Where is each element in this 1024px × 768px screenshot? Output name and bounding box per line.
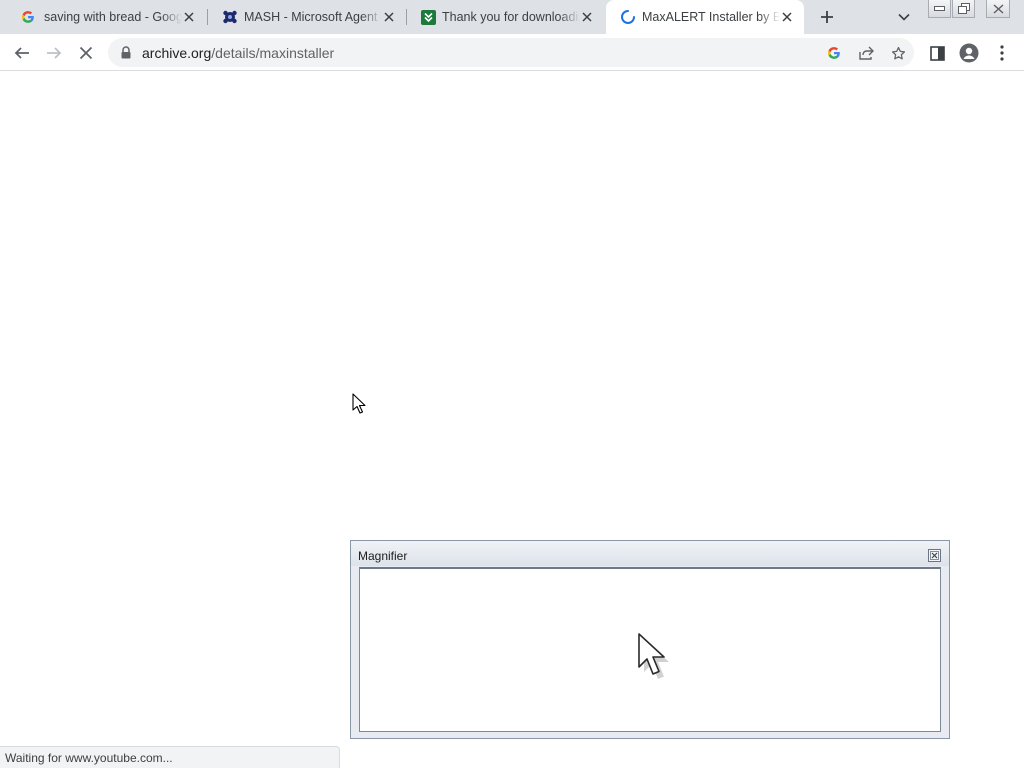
browser-toolbar: archive.org/details/maxinstaller <box>0 34 1024 71</box>
tab-google-search[interactable]: saving with bread - Google Search <box>6 0 206 34</box>
tab-search-chevron-icon[interactable] <box>894 7 914 27</box>
url-domain: archive.org <box>142 45 212 61</box>
bookmark-star-icon[interactable] <box>889 44 907 62</box>
tab-mash[interactable]: MASH - Microsoft Agent Scripting Helper <box>208 0 406 34</box>
new-tab-button[interactable] <box>814 5 840 29</box>
status-bubble: Waiting for www.youtube.com... <box>0 746 340 768</box>
tab-strip: saving with bread - Google Search MASH -… <box>0 0 1024 34</box>
address-bar[interactable]: archive.org/details/maxinstaller <box>108 38 914 67</box>
more-menu-icon[interactable] <box>991 42 1013 64</box>
mouse-cursor-icon <box>352 393 368 415</box>
download-site-icon <box>420 9 436 25</box>
close-window-button[interactable] <box>986 0 1010 18</box>
side-panel-icon[interactable] <box>926 42 948 64</box>
forward-arrow-icon[interactable] <box>43 42 65 64</box>
mash-icon <box>222 9 238 25</box>
status-text: Waiting for www.youtube.com... <box>5 751 173 765</box>
lock-icon[interactable] <box>120 46 132 59</box>
minimize-window-button[interactable] <box>928 0 951 18</box>
tab-title: MASH - Microsoft Agent Scripting Helper <box>244 10 382 24</box>
back-arrow-icon[interactable] <box>11 42 33 64</box>
tab-title: saving with bread - Google Search <box>44 10 182 24</box>
tab-title: MaxALERT Installer by BonziBUDDY <box>642 10 780 24</box>
share-icon[interactable] <box>857 44 875 62</box>
url-path: /details/maxinstaller <box>211 45 335 61</box>
profile-avatar-icon[interactable] <box>958 42 980 64</box>
magnified-cursor-icon <box>636 631 670 679</box>
google-lens-icon[interactable] <box>825 44 843 62</box>
tab-maxalert-installer[interactable]: MaxALERT Installer by BonziBUDDY <box>606 0 804 34</box>
magnifier-close-icon[interactable] <box>928 549 941 562</box>
tab-close-icon[interactable] <box>580 10 594 24</box>
tab-close-icon[interactable] <box>382 10 396 24</box>
magnifier-view <box>359 567 941 732</box>
magnifier-window[interactable]: Magnifier <box>350 540 950 739</box>
loading-spinner-icon <box>620 9 636 25</box>
restore-window-button[interactable] <box>952 0 975 18</box>
magnifier-titlebar[interactable]: Magnifier <box>351 541 949 566</box>
tab-thank-you-download[interactable]: Thank you for downloading <box>406 0 604 34</box>
google-g-icon <box>20 9 36 25</box>
url-text: archive.org/details/maxinstaller <box>142 45 334 61</box>
tab-title: Thank you for downloading <box>442 10 580 24</box>
tab-close-icon[interactable] <box>182 10 196 24</box>
tab-close-icon[interactable] <box>780 10 794 24</box>
stop-loading-icon[interactable] <box>75 42 97 64</box>
magnifier-title: Magnifier <box>358 549 408 563</box>
